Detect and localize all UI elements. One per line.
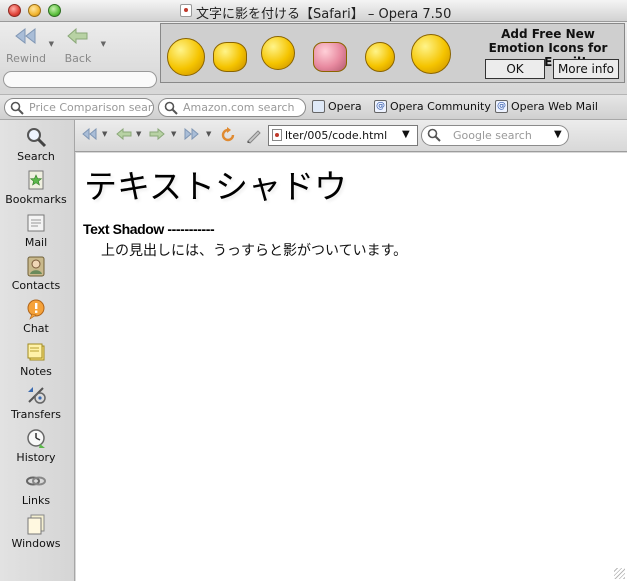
title-bar: 文字に影を付ける【Safari】 – Opera 7.50 [0,0,627,22]
address-toolbar: ▼ ▼ ▼ ▼ lter/005/code.html ▼ Google sear… [75,120,627,152]
history-icon [25,427,47,449]
mail-icon [25,212,47,234]
page-icon [272,129,282,141]
minimize-window-button[interactable] [28,4,41,17]
back-arrow-icon[interactable] [115,127,133,144]
resize-grip-icon[interactable] [614,568,625,579]
rewind-dropdown-icon[interactable]: ▼ [49,40,54,48]
toolbar-blank-field[interactable] [3,71,157,88]
sidebar-item-label: Windows [11,537,61,550]
emotion-icons-image [165,28,465,80]
search-engine-dropdown-icon[interactable]: ▼ [554,129,562,140]
bookmark-label: Opera Web Mail [511,100,598,113]
sunbathing-smiley-icon [213,42,247,72]
google-search-placeholder: Google search [453,129,532,142]
bookmark-opera-web-mail[interactable]: @ Opera Web Mail [495,100,598,113]
amazon-placeholder: Amazon.com search [183,101,295,114]
panel-sidebar: Search Bookmarks Mail Contacts Chat Note… [0,120,75,581]
sidebar-item-label: Chat [23,322,49,335]
laughing-smiley-icon [167,38,205,76]
rewind-dropdown-icon[interactable]: ▼ [102,130,107,138]
forward-arrow-icon[interactable] [148,127,166,144]
forward-dropdown-icon[interactable]: ▼ [171,130,176,138]
bookmark-label: Opera Community [390,100,491,113]
sidebar-item-search[interactable]: Search [0,122,72,164]
page-subheading: Text Shadow ----------- [83,221,215,237]
sidebar-item-transfers[interactable]: Transfers [0,380,72,422]
back-arrow-icon [65,26,91,48]
google-search-input[interactable]: Google search [421,125,569,146]
page-content: テキストシャドウ Text Shadow ----------- 上の見出しには… [76,153,627,581]
sidebar-item-mail[interactable]: Mail [0,208,72,250]
amazon-search-input[interactable]: Amazon.com search [158,98,306,117]
page-icon [312,100,325,113]
price-comparison-placeholder: Price Comparison sear [29,101,153,114]
navigation-toolbar: Rewind ▼ Back ▼ Add Free New Emotion Ico… [0,22,627,90]
price-comparison-search-input[interactable]: Price Comparison sear [4,98,154,117]
sidebar-item-label: Mail [24,236,48,249]
ad-banner[interactable]: Add Free New Emotion Icons for your Emai… [160,23,625,83]
back-label: Back [64,52,92,65]
search-icon [25,126,47,148]
sidebar-item-label: Contacts [11,279,61,292]
edit-pencil-icon[interactable] [245,126,263,147]
camera-smiley-icon [261,36,295,70]
ad-ok-button[interactable]: OK [485,59,545,79]
reload-icon[interactable] [219,126,237,147]
back-dropdown-icon[interactable]: ▼ [136,130,141,138]
sidebar-item-links[interactable]: Links [0,466,72,508]
sidebar-item-windows[interactable]: Windows [0,509,72,551]
sidebar-item-bookmarks[interactable]: Bookmarks [0,165,72,207]
bookmark-opera-community[interactable]: @ Opera Community [374,100,491,113]
ad-more-info-button[interactable]: More info [553,59,619,79]
sidebar-item-contacts[interactable]: Contacts [0,251,72,293]
sidebar-item-label: Search [17,150,55,163]
sidebar-item-label: Notes [20,365,52,378]
back-button[interactable]: Back ▼ [58,26,106,65]
search-icon [427,128,441,148]
contacts-icon [25,255,47,277]
fast-forward-dropdown-icon[interactable]: ▼ [206,130,211,138]
beach-chair-smiley-icon [313,42,347,72]
chat-icon [25,298,47,320]
rewind-button[interactable]: Rewind ▼ [4,26,54,65]
sidebar-item-label: Transfers [11,408,61,421]
close-window-button[interactable] [8,4,21,17]
sidebar-item-label: History [16,451,56,464]
at-icon: @ [374,100,387,113]
zoom-window-button[interactable] [48,4,61,17]
document-icon [180,4,192,17]
windows-icon [25,513,47,535]
address-dropdown-icon[interactable]: ▼ [402,129,410,140]
personal-bar: Price Comparison sear Amazon.com search … [0,94,627,120]
links-icon [25,470,47,492]
address-url: lter/005/code.html [285,129,388,142]
search-icon [10,101,24,116]
sidebar-item-label: Links [21,494,51,507]
sidebar-item-label: Bookmarks [5,193,67,206]
cheering-smiley-icon [411,34,451,74]
rewind-icon[interactable] [81,127,99,144]
bookmarks-icon [25,169,47,191]
rewind-icon [13,26,39,48]
party-smiley-icon [365,42,395,72]
at-icon: @ [495,100,508,113]
rewind-label: Rewind [6,52,46,65]
transfers-icon [25,384,47,406]
search-icon [164,101,178,116]
back-dropdown-icon[interactable]: ▼ [101,40,106,48]
address-input[interactable]: lter/005/code.html [268,125,418,146]
bookmark-label: Opera [328,100,362,113]
sidebar-item-notes[interactable]: Notes [0,337,72,379]
sidebar-item-chat[interactable]: Chat [0,294,72,336]
bookmark-opera[interactable]: Opera [312,100,362,113]
notes-icon [25,341,47,363]
sidebar-item-history[interactable]: History [0,423,72,465]
page-heading: テキストシャドウ [84,167,348,206]
page-body-text: 上の見出しには、うっすらと影がついています。 [101,243,408,259]
fast-forward-icon[interactable] [182,127,200,144]
window-title: 文字に影を付ける【Safari】 – Opera 7.50 [196,7,452,22]
